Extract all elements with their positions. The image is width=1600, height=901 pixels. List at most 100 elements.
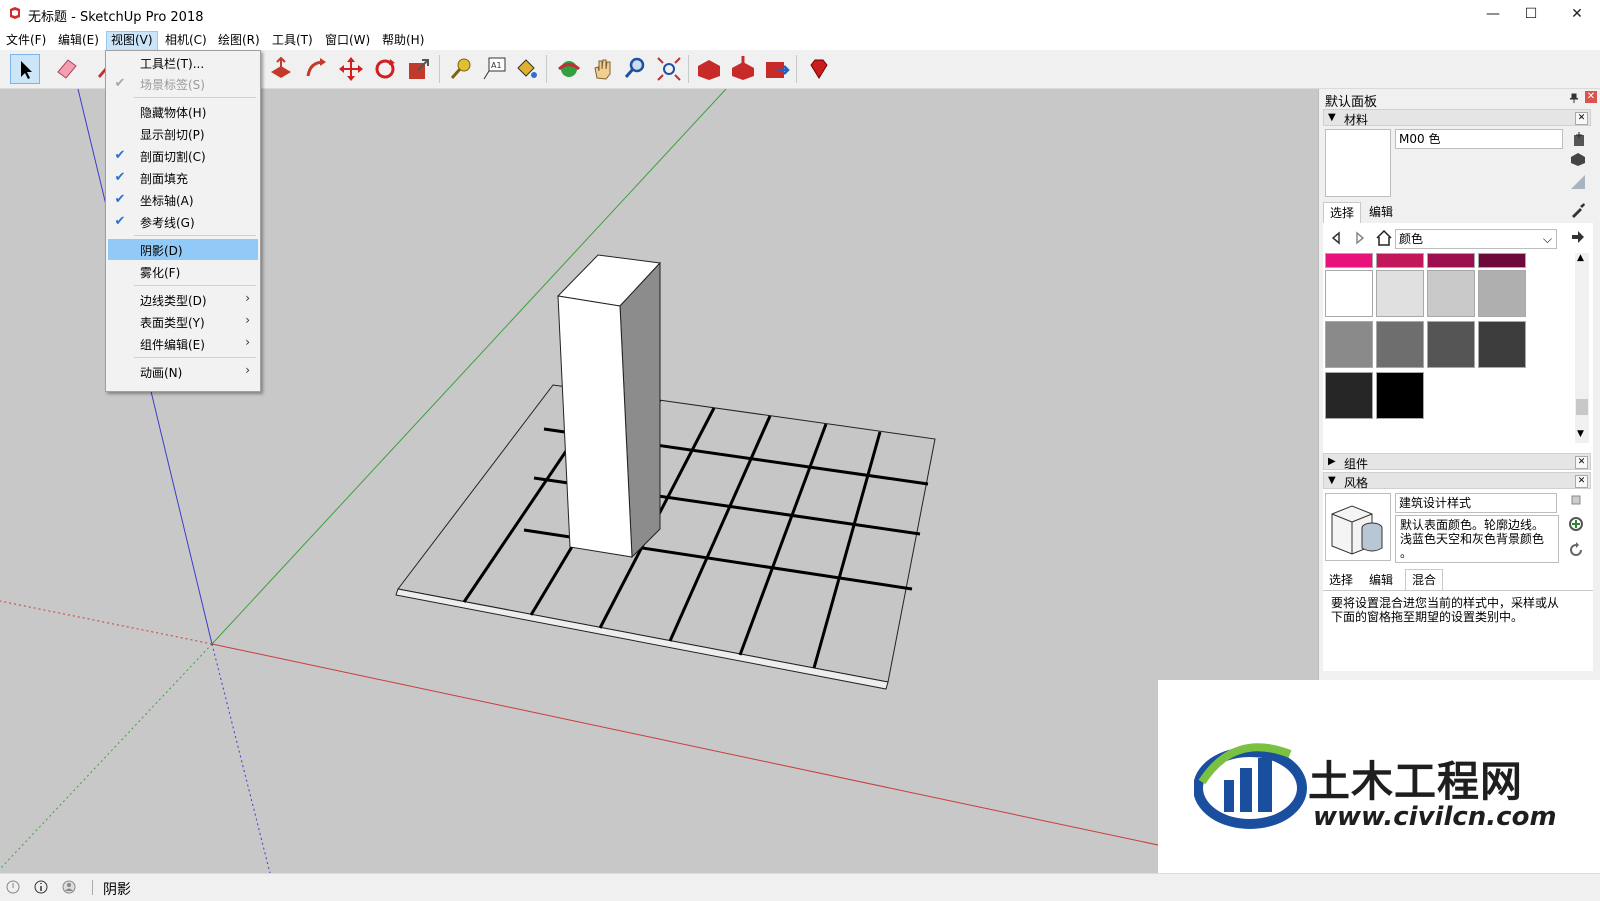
menu-separator	[134, 235, 256, 236]
style-thumbnail	[1325, 493, 1391, 561]
home-icon[interactable]	[1375, 229, 1393, 247]
color-swatch[interactable]	[1478, 270, 1526, 317]
menu-item-toolbars[interactable]: 工具栏(T)...	[108, 52, 258, 73]
mix-panel: 要将设置混合进您当前的样式中，采样或从 下面的窗格拖至期望的设置类别中。	[1323, 590, 1593, 671]
materials-tab-select[interactable]: 选择	[1323, 202, 1362, 223]
menu-item-component-edit[interactable]: 组件编辑(E) ›	[108, 333, 258, 354]
color-swatch[interactable]	[1325, 321, 1373, 368]
submenu-arrow-icon: ›	[245, 335, 250, 349]
color-swatch[interactable]	[1376, 321, 1424, 368]
styles-tab-edit[interactable]: 编辑	[1363, 570, 1399, 590]
user-icon[interactable]	[62, 880, 76, 894]
menu-window[interactable]: 窗口(W)	[321, 31, 374, 49]
panel-close-button[interactable]: ✕	[1575, 112, 1588, 125]
menu-item-section-cuts[interactable]: ✔ 剖面切割(C)	[108, 145, 258, 166]
menu-view[interactable]: 视图(V)	[106, 31, 158, 51]
scroll-up-icon[interactable]: ▲	[1577, 253, 1584, 263]
extension-warehouse-button[interactable]	[762, 54, 792, 84]
styles-tab-select[interactable]: 选择	[1323, 570, 1359, 590]
zoom-extents-tool-button[interactable]	[654, 54, 684, 84]
orbit-tool-button[interactable]	[554, 54, 584, 84]
menu-item-face-style[interactable]: 表面类型(Y) ›	[108, 311, 258, 332]
create-style-icon[interactable]	[1567, 515, 1585, 533]
share-model-button[interactable]	[728, 54, 758, 84]
rotate-tool-button[interactable]	[370, 54, 400, 84]
styles-tab-mix[interactable]: 混合	[1405, 569, 1444, 590]
color-swatch[interactable]	[1376, 270, 1424, 317]
paint-bucket-icon	[517, 59, 537, 78]
style-description-box[interactable]: 默认表面颜色。轮廓边线。 浅蓝色天空和灰色背景颜色 。	[1395, 515, 1559, 563]
details-arrow-icon[interactable]	[1569, 229, 1585, 245]
styles-panel-header[interactable]: ▼ 风格 ✕	[1323, 472, 1591, 490]
close-button[interactable]: ✕	[1554, 0, 1600, 28]
color-swatch[interactable]	[1325, 372, 1373, 419]
geo-location-icon[interactable]	[6, 880, 20, 894]
material-sample-icon[interactable]	[1569, 151, 1587, 167]
info-icon[interactable]	[34, 880, 48, 894]
menu-item-section-fill[interactable]: ✔ 剖面填充	[108, 167, 258, 188]
3d-warehouse-icon	[698, 60, 720, 80]
color-swatch[interactable]	[1376, 253, 1424, 268]
menu-item-axes[interactable]: ✔ 坐标轴(A)	[108, 189, 258, 210]
menu-draw[interactable]: 绘图(R)	[214, 31, 264, 49]
eraser-tool-button[interactable]	[52, 54, 82, 84]
pan-tool-button[interactable]	[588, 54, 618, 84]
paint-bucket-tool-button[interactable]	[512, 54, 542, 84]
warehouse-button[interactable]	[694, 54, 724, 84]
color-swatch[interactable]	[1427, 321, 1475, 368]
style-name-field[interactable]: 建筑设计样式	[1395, 493, 1557, 513]
color-swatch[interactable]	[1427, 253, 1475, 268]
maximize-button[interactable]: ☐	[1508, 0, 1554, 28]
color-swatch[interactable]	[1376, 372, 1424, 419]
scrollbar-thumb[interactable]	[1576, 399, 1588, 415]
refresh-style-icon[interactable]	[1567, 541, 1585, 559]
rotate-icon	[375, 59, 395, 79]
menu-item-hidden-geometry[interactable]: 隐藏物体(H)	[108, 101, 258, 122]
panel-title: 风格	[1344, 476, 1369, 490]
materials-panel-header[interactable]: ▼ 材料 ✕	[1323, 109, 1591, 127]
menu-item-edge-style[interactable]: 边线类型(D) ›	[108, 289, 258, 310]
select-tool-button[interactable]	[10, 54, 40, 84]
move-tool-button[interactable]	[336, 54, 366, 84]
back-arrow-icon[interactable]	[1329, 230, 1345, 246]
color-swatch[interactable]	[1325, 253, 1373, 268]
menu-item-section-planes[interactable]: 显示剖切(P)	[108, 123, 258, 144]
menu-tools[interactable]: 工具(T)	[268, 31, 317, 49]
menu-item-guides[interactable]: ✔ 参考线(G)	[108, 211, 258, 232]
menu-item-label: 雾化(F)	[140, 266, 181, 280]
pin-icon[interactable]	[1569, 93, 1579, 103]
menu-camera[interactable]: 相机(C)	[161, 31, 211, 49]
material-name-field[interactable]: M00 色	[1395, 129, 1563, 149]
menu-separator	[134, 285, 256, 286]
color-swatch[interactable]	[1478, 321, 1526, 368]
scale-tool-button[interactable]	[404, 54, 434, 84]
tape-measure-tool-button[interactable]	[446, 54, 476, 84]
menu-item-animation[interactable]: 动画(N) ›	[108, 361, 258, 382]
materials-scrollbar[interactable]: ▲ ▼	[1575, 253, 1589, 443]
panel-close-button[interactable]: ✕	[1575, 456, 1588, 469]
components-panel-header[interactable]: ▶ 组件 ✕	[1323, 453, 1591, 471]
color-swatch[interactable]	[1325, 270, 1373, 317]
display-secondary-icon[interactable]	[1569, 173, 1587, 191]
menu-edit[interactable]: 编辑(E)	[54, 31, 103, 49]
menu-file[interactable]: 文件(F)	[2, 31, 50, 49]
materials-tab-edit[interactable]: 编辑	[1363, 202, 1399, 222]
tray-close-button[interactable]: ✕	[1585, 91, 1597, 103]
create-material-icon[interactable]	[1571, 131, 1587, 147]
color-swatch[interactable]	[1478, 253, 1526, 268]
ruby-console-button[interactable]	[804, 54, 834, 84]
forward-arrow-icon[interactable]	[1351, 230, 1367, 246]
follow-me-tool-button[interactable]	[302, 54, 332, 84]
scroll-down-icon[interactable]: ▼	[1577, 429, 1584, 439]
text-tool-button[interactable]: A1	[480, 54, 510, 84]
panel-close-button[interactable]: ✕	[1575, 475, 1588, 488]
update-style-icon[interactable]	[1569, 493, 1583, 507]
pushpull-tool-button[interactable]	[266, 54, 296, 84]
material-category-select[interactable]: 颜色 ⌵	[1395, 229, 1557, 249]
menu-item-fog[interactable]: 雾化(F)	[108, 261, 258, 282]
color-swatch[interactable]	[1427, 270, 1475, 317]
eyedropper-icon[interactable]	[1569, 201, 1587, 219]
menu-help[interactable]: 帮助(H)	[378, 31, 428, 49]
zoom-tool-button[interactable]	[620, 54, 650, 84]
menu-item-shadows[interactable]: 阴影(D)	[108, 239, 258, 260]
